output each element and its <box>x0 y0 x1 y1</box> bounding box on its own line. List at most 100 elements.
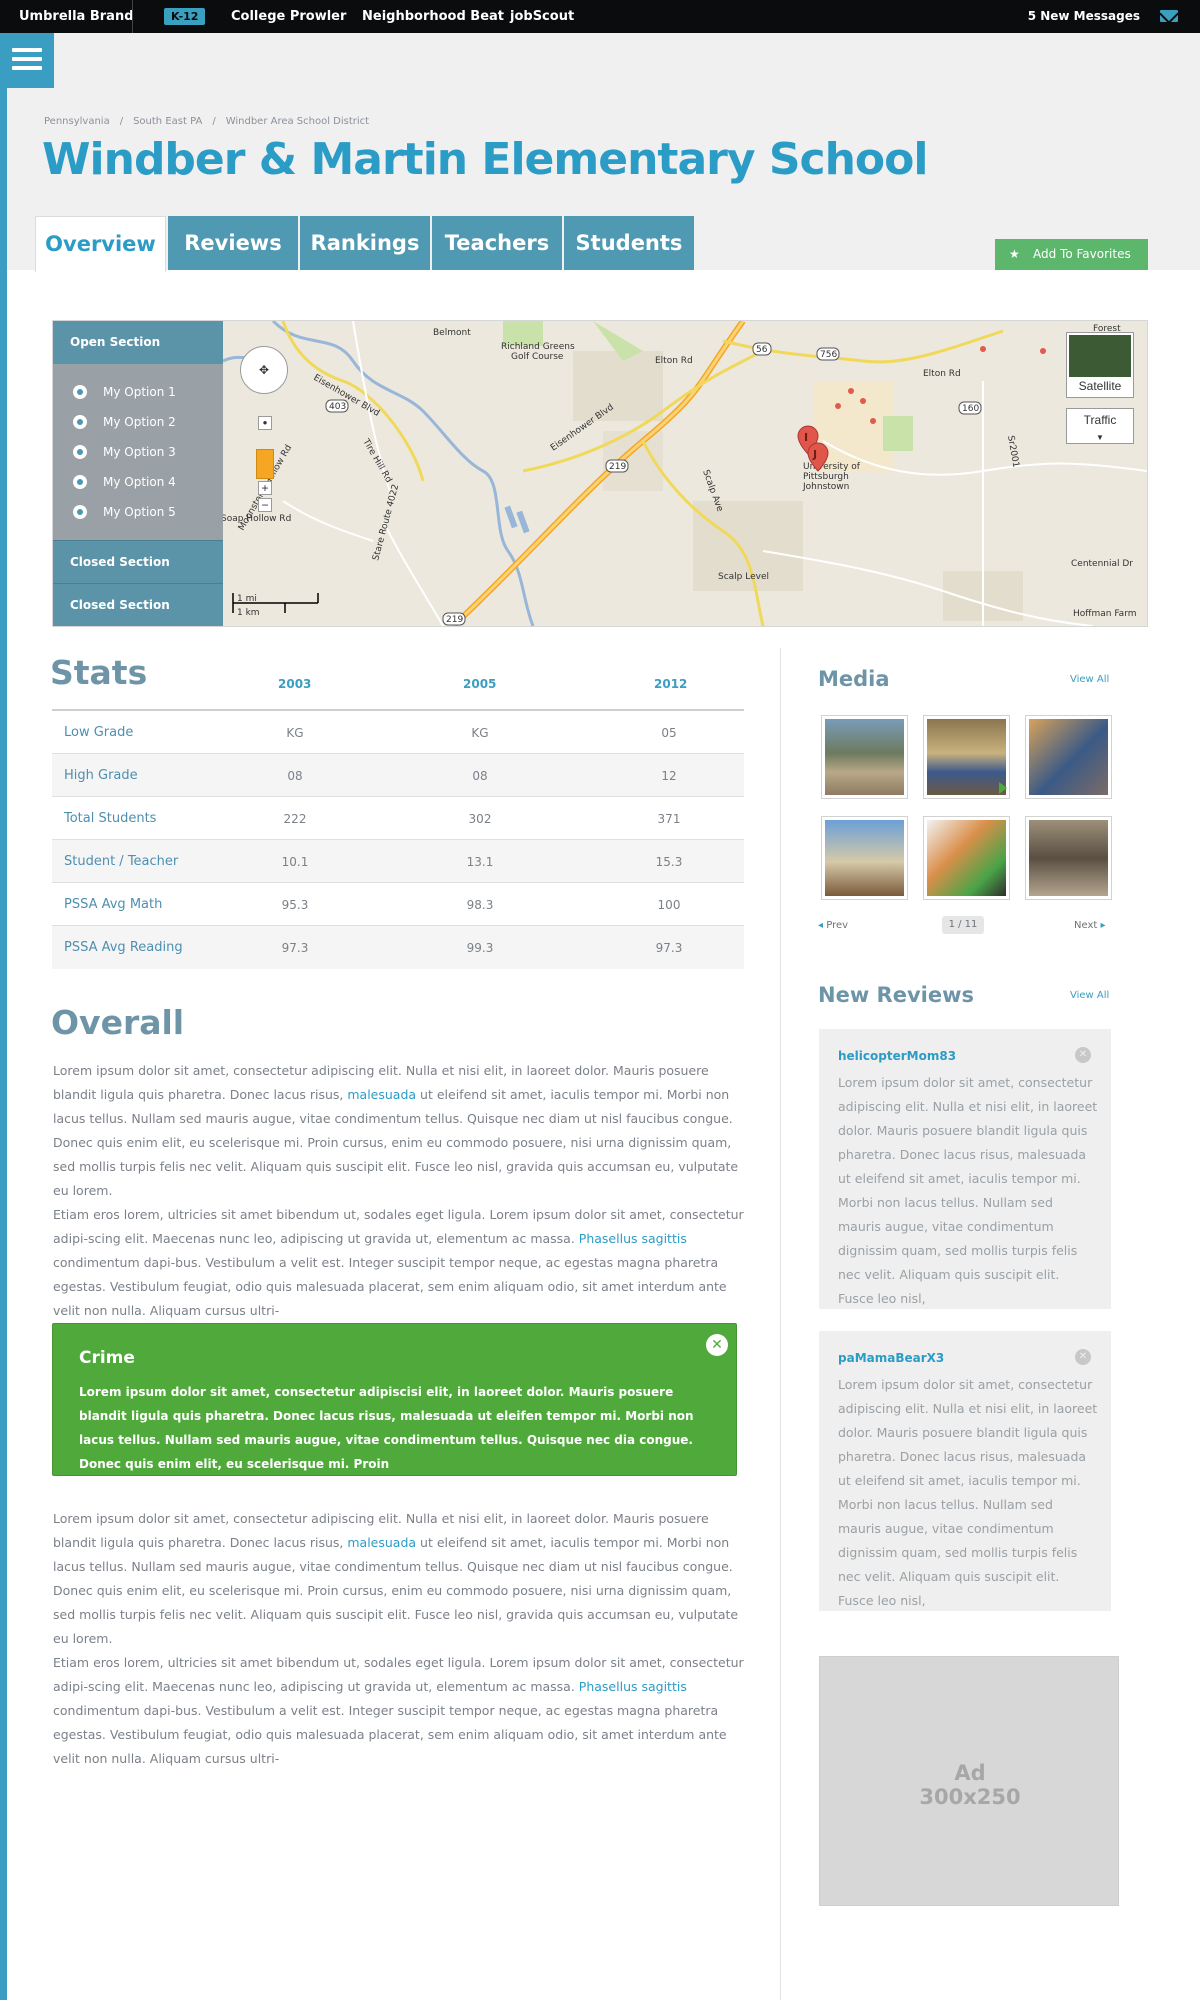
paragraph-text: condimentum dapi-bus. Vestibulum a velit… <box>53 1255 727 1318</box>
radio-icon[interactable] <box>73 385 87 399</box>
inline-link[interactable]: Phasellus sagittis <box>579 1231 687 1246</box>
media-prev[interactable]: ◂ Prev <box>818 920 848 931</box>
crime-title: Crime <box>79 1348 135 1368</box>
option-label: My Option 3 <box>103 445 176 459</box>
svg-text:403: 403 <box>329 402 346 412</box>
accordion-closed-section-2[interactable]: Closed Section <box>53 583 223 626</box>
chevron-left-icon: ◂ <box>818 920 824 931</box>
paragraph-text: ut eleifend sit amet, iaculis tempor mi.… <box>53 1087 739 1198</box>
review-username[interactable]: helicopterMom83 <box>838 1049 956 1063</box>
media-thumbnail[interactable] <box>821 816 908 900</box>
radio-icon[interactable] <box>73 505 87 519</box>
map-marker-j: J <box>812 448 817 461</box>
paragraph-text: ut eleifend sit amet, iaculis tempor mi.… <box>53 1535 739 1646</box>
cell-value: KG <box>471 726 489 740</box>
media-view-all-link[interactable]: View All <box>1070 674 1109 685</box>
radio-icon[interactable] <box>73 445 87 459</box>
review-username[interactable]: paMamaBearX3 <box>838 1351 944 1365</box>
map-view[interactable]: Belmont Richland Greens Golf Course Elto… <box>223 321 1147 626</box>
brand-link[interactable]: Umbrella Brand <box>19 9 134 24</box>
left-accent-stripe <box>0 33 7 2000</box>
svg-text:219: 219 <box>446 615 463 625</box>
nav-jobscout[interactable]: jobScout <box>510 9 574 24</box>
inline-link[interactable]: malesuada <box>347 1087 416 1102</box>
page-title: Windber & Martin Elementary School <box>42 134 928 185</box>
satellite-toggle[interactable]: Satellite <box>1066 332 1134 398</box>
traffic-label: Traffic <box>1083 413 1117 427</box>
table-row: Total Students 222 302 371 <box>52 797 744 840</box>
cell-value: 95.3 <box>281 898 309 912</box>
inline-link[interactable]: malesuada <box>347 1535 416 1550</box>
map-label: Belmont <box>433 328 471 338</box>
review-card: helicopterMom83 ✕ Lorem ipsum dolor sit … <box>819 1029 1111 1309</box>
close-icon[interactable]: ✕ <box>1075 1047 1091 1063</box>
cell-value: 371 <box>657 812 681 826</box>
overall-paragraph-1: Lorem ipsum dolor sit amet, consectetur … <box>53 1059 746 1203</box>
row-label: High Grade <box>64 768 138 783</box>
cell-value: 12 <box>661 769 677 783</box>
ad-placeholder[interactable]: Ad 300x250 <box>819 1656 1119 1906</box>
close-icon[interactable]: ✕ <box>1075 1349 1091 1365</box>
tab-students[interactable]: Students <box>564 216 694 270</box>
zoom-reset-button[interactable]: ● <box>258 416 272 430</box>
street-view-pegman-icon[interactable] <box>256 449 274 479</box>
k12-badge[interactable]: K-12 <box>164 8 206 25</box>
hamburger-menu-button[interactable] <box>0 33 54 88</box>
media-thumbnail[interactable] <box>923 715 1010 799</box>
pan-control[interactable]: ✥ <box>240 346 288 394</box>
breadcrumb-item[interactable]: Windber Area School District <box>226 116 369 127</box>
tab-reviews[interactable]: Reviews <box>168 216 298 270</box>
option-label: My Option 2 <box>103 415 176 429</box>
media-image <box>927 719 1006 795</box>
breadcrumb-separator: / <box>119 116 124 127</box>
cell-value: 13.1 <box>466 855 494 869</box>
overall-heading: Overall <box>51 1003 185 1042</box>
map-label: Scalp Level <box>718 572 769 582</box>
tab-rankings[interactable]: Rankings <box>300 216 430 270</box>
review-card: paMamaBearX3 ✕ Lorem ipsum dolor sit ame… <box>819 1331 1111 1611</box>
reviews-view-all-link[interactable]: View All <box>1070 990 1109 1001</box>
map-panel: Open Section My Option 1 My Option 2 My … <box>52 320 1148 627</box>
messages-link[interactable]: 5 New Messages <box>1028 9 1140 23</box>
nav-neighborhood-beat[interactable]: Neighborhood Beat <box>362 9 504 24</box>
svg-text:219: 219 <box>609 462 626 472</box>
inline-link[interactable]: Phasellus sagittis <box>579 1679 687 1694</box>
map-label: Richland Greens <box>501 342 575 352</box>
map-label: Johnstown <box>802 482 849 492</box>
radio-icon[interactable] <box>73 475 87 489</box>
radio-icon[interactable] <box>73 415 87 429</box>
satellite-label: Satellite <box>1078 379 1122 393</box>
breadcrumb-item[interactable]: Pennsylvania <box>44 116 110 127</box>
zoom-in-button[interactable]: + <box>258 481 272 495</box>
accordion-closed-section-1[interactable]: Closed Section <box>53 540 223 583</box>
crime-body: Lorem ipsum dolor sit amet, consectetur … <box>79 1385 694 1471</box>
media-heading: Media <box>818 667 890 691</box>
accordion: Open Section My Option 1 My Option 2 My … <box>53 321 223 626</box>
column-divider <box>780 648 781 2000</box>
ad-size: 300x250 <box>919 1785 1021 1809</box>
cell-value: 222 <box>283 812 307 826</box>
media-thumbnail[interactable] <box>1025 816 1112 900</box>
map-label: Hoffman Farm <box>1073 609 1137 619</box>
tab-overview[interactable]: Overview <box>35 216 166 272</box>
zoom-out-button[interactable]: − <box>258 498 272 512</box>
accordion-open-section[interactable]: Open Section <box>53 321 223 364</box>
map-scale-km: 1 km <box>237 608 260 618</box>
close-icon[interactable]: ✕ <box>706 1334 728 1356</box>
breadcrumb-item[interactable]: South East PA <box>133 116 202 127</box>
add-to-favorites-button[interactable]: ★ Add To Favorites <box>995 239 1148 270</box>
map-label: Elton Rd <box>655 356 693 366</box>
media-next[interactable]: Next ▸ <box>1074 920 1106 931</box>
nav-college-prowler[interactable]: College Prowler <box>231 9 346 24</box>
traffic-toggle[interactable]: Traffic ▼ <box>1066 408 1134 444</box>
tab-teachers[interactable]: Teachers <box>432 216 562 270</box>
media-thumbnail[interactable] <box>821 715 908 799</box>
media-thumbnail[interactable] <box>923 816 1010 900</box>
mail-icon[interactable] <box>1160 10 1178 22</box>
media-thumbnail[interactable] <box>1025 715 1112 799</box>
prev-label: Prev <box>826 920 849 931</box>
table-row: PSSA Avg Reading 97.3 99.3 97.3 <box>52 926 744 969</box>
year-header-2005: 2005 <box>463 677 497 691</box>
option-label: My Option 5 <box>103 505 176 519</box>
cell-value: 05 <box>661 726 677 740</box>
